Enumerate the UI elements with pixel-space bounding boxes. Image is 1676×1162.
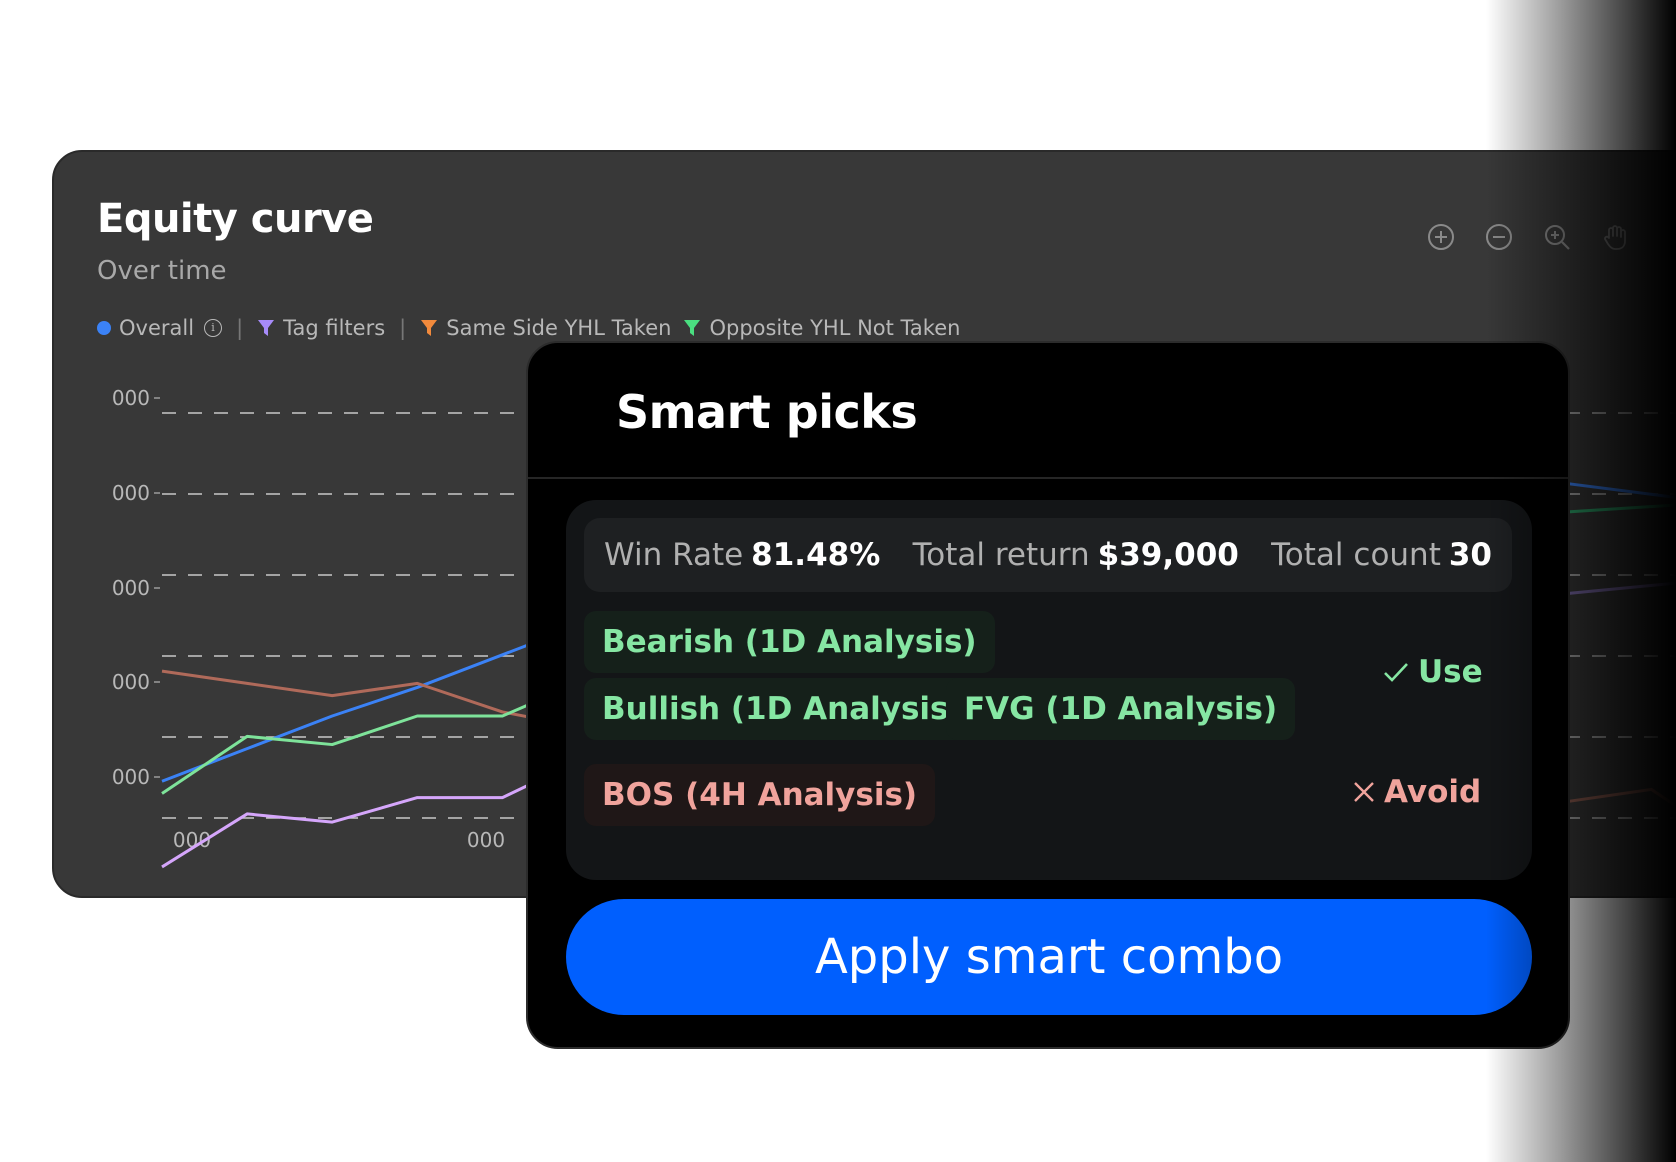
smart-picks-modal: Smart picks Win Rate 81.48% Total return $… <box>526 341 1570 1049</box>
chip-bos-4h[interactable]: BOS (4H Analysis) <box>584 764 936 826</box>
y-tick-label: 000 <box>112 670 150 694</box>
y-tick-label: 000 <box>112 481 150 505</box>
win-rate-value: 81.48% <box>751 537 881 573</box>
apply-smart-combo-button[interactable]: Apply smart combo <box>566 899 1532 1015</box>
y-tick-label: 000 <box>112 576 150 600</box>
use-label: Use <box>1418 654 1483 690</box>
use-verdict: Use <box>1382 654 1483 690</box>
total-count-label: Total count <box>1271 537 1441 573</box>
win-rate-label: Win Rate <box>604 537 744 573</box>
checkmark-icon <box>1384 663 1408 682</box>
avoid-verdict: Avoid <box>1352 774 1481 810</box>
modal-title: Smart picks <box>616 385 918 439</box>
close-x-icon <box>1354 782 1374 802</box>
chip-bearish-1d[interactable]: Bearish (1D Analysis) <box>584 611 995 673</box>
series-line-tail <box>1566 581 1676 596</box>
win-rate-stat: Win Rate 81.48% <box>604 537 880 573</box>
total-return-value: $39,000 <box>1097 537 1239 573</box>
x-tick-label: 000 <box>467 828 505 852</box>
stats-bar: Win Rate 81.48% Total return $39,000 Total… <box>584 518 1512 592</box>
total-return-stat: Total return $39,000 <box>913 537 1239 573</box>
series-line-tail <box>1566 481 1676 499</box>
total-return-label: Total return <box>912 537 1090 573</box>
avoid-label: Avoid <box>1384 774 1482 810</box>
picks-panel: Win Rate 81.48% Total return $39,000 Total… <box>566 500 1532 880</box>
series-line-tail <box>1566 503 1676 514</box>
total-count-value: 30 <box>1448 537 1492 573</box>
total-count-stat: Total count 30 <box>1271 537 1492 573</box>
chip-bullish-1d[interactable]: Bullish (1D Analysis) <box>584 678 981 740</box>
y-tick-label: 000 <box>112 386 150 410</box>
y-tick-label: 000 <box>112 765 150 789</box>
series-line-tail <box>1566 787 1676 808</box>
chip-fvg-1d[interactable]: FVG (1D Analysis) <box>946 678 1296 740</box>
